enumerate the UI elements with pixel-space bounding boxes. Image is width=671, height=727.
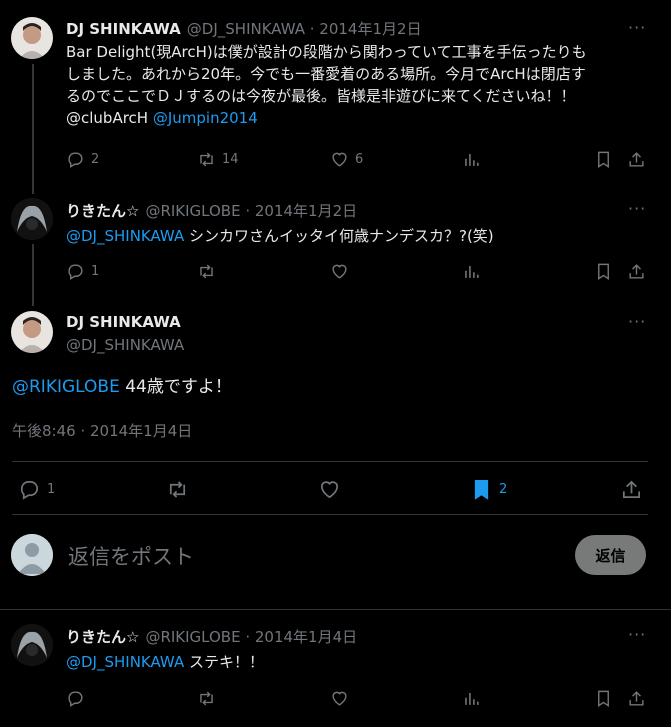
author-handle-date[interactable]: @DJ_SHINKAWA · 2014年1月2日 [187,18,422,39]
reply-button[interactable] [66,689,85,708]
author-name[interactable]: DJ SHINKAWA [66,20,181,38]
bookmark-icon [474,480,489,500]
reply-button[interactable]: 2 [66,150,99,169]
like-button[interactable] [330,262,349,281]
reply-icon [20,480,39,500]
retweet-button[interactable] [166,478,189,501]
main-tweet-text: @RIKIGLOBE 44歳ですよ！ [12,377,232,397]
views-button[interactable] [462,150,481,169]
bookmark-button[interactable] [594,689,613,708]
more-icon[interactable]: ··· [628,312,646,331]
current-user-avatar[interactable] [11,534,53,576]
retweet-icon [200,264,213,279]
tweet-timestamp[interactable]: 午後8:46 · 2014年1月4日 [12,420,192,441]
retweet-icon [200,152,213,167]
bookmark-icon [598,690,609,707]
more-icon[interactable]: ··· [628,625,646,644]
author-name[interactable]: りきたん☆ [66,200,139,221]
bookmark-icon [598,151,609,168]
share-icon [629,264,644,279]
share-icon [629,152,644,167]
bookmark-button[interactable] [594,262,613,281]
tweet-text: @DJ_SHINKAWA ステキ！！ [66,653,264,671]
reply-icon [68,264,83,280]
reply-icon [68,152,83,168]
avatar-rikiglobe[interactable] [11,624,53,666]
like-button[interactable] [318,478,341,501]
reply-submit-button[interactable]: 返信 [575,535,646,575]
mention-link[interactable]: @DJ_SHINKAWA [66,653,184,671]
avatar-dj-shinkawa[interactable] [11,17,53,59]
retweet-button[interactable]: 14 [197,150,239,169]
author-name[interactable]: DJ SHINKAWA [66,313,181,331]
views-button[interactable] [462,689,481,708]
reply-icon [68,691,83,707]
more-icon[interactable]: ··· [628,199,646,218]
heart-icon [332,152,347,167]
bookmark-button-active[interactable]: 2 [470,478,507,501]
heart-icon [332,264,347,279]
views-icon [465,153,479,166]
more-icon[interactable]: ··· [628,18,646,37]
heart-icon [332,691,347,706]
share-button[interactable] [627,150,646,169]
bookmark-button[interactable] [594,150,613,169]
retweet-button[interactable] [197,689,216,708]
bookmark-icon [598,263,609,280]
tweet-text: @DJ_SHINKAWA シンカワさんイッタイ何歳ナンデスカ？?(笑) [66,227,494,245]
reply-button[interactable]: 1 [66,262,99,281]
reply-button[interactable]: 1 [18,478,55,501]
avatar-rikiglobe[interactable] [11,198,53,240]
avatar-dj-shinkawa[interactable] [11,311,53,353]
mention-link[interactable]: @RIKIGLOBE [12,377,120,397]
mention-link[interactable]: @Jumpin2014 [153,109,258,127]
retweet-icon [169,481,186,498]
author-handle-date[interactable]: @RIKIGLOBE · 2014年1月4日 [145,626,357,647]
retweet-button[interactable] [197,262,216,281]
reply-composer-input[interactable]: 返信をポスト [68,541,194,571]
tweet-text: Bar Delight(現ArcH)は僕が設計の段階から関わっていて工事を手伝っ… [66,43,587,127]
share-button[interactable] [627,689,646,708]
share-icon [622,480,641,499]
views-icon [465,265,479,278]
author-handle-date[interactable]: @RIKIGLOBE · 2014年1月2日 [145,200,357,221]
share-button[interactable] [627,262,646,281]
author-name[interactable]: りきたん☆ [66,626,139,647]
share-icon [629,691,644,706]
like-button[interactable]: 6 [330,150,363,169]
views-icon [465,692,479,705]
views-button[interactable] [462,262,481,281]
share-button[interactable] [620,478,643,501]
mention-link[interactable]: @DJ_SHINKAWA [66,227,184,245]
like-button[interactable] [330,689,349,708]
retweet-icon [200,691,213,706]
heart-icon [320,481,339,499]
author-handle[interactable]: @DJ_SHINKAWA [66,336,184,354]
